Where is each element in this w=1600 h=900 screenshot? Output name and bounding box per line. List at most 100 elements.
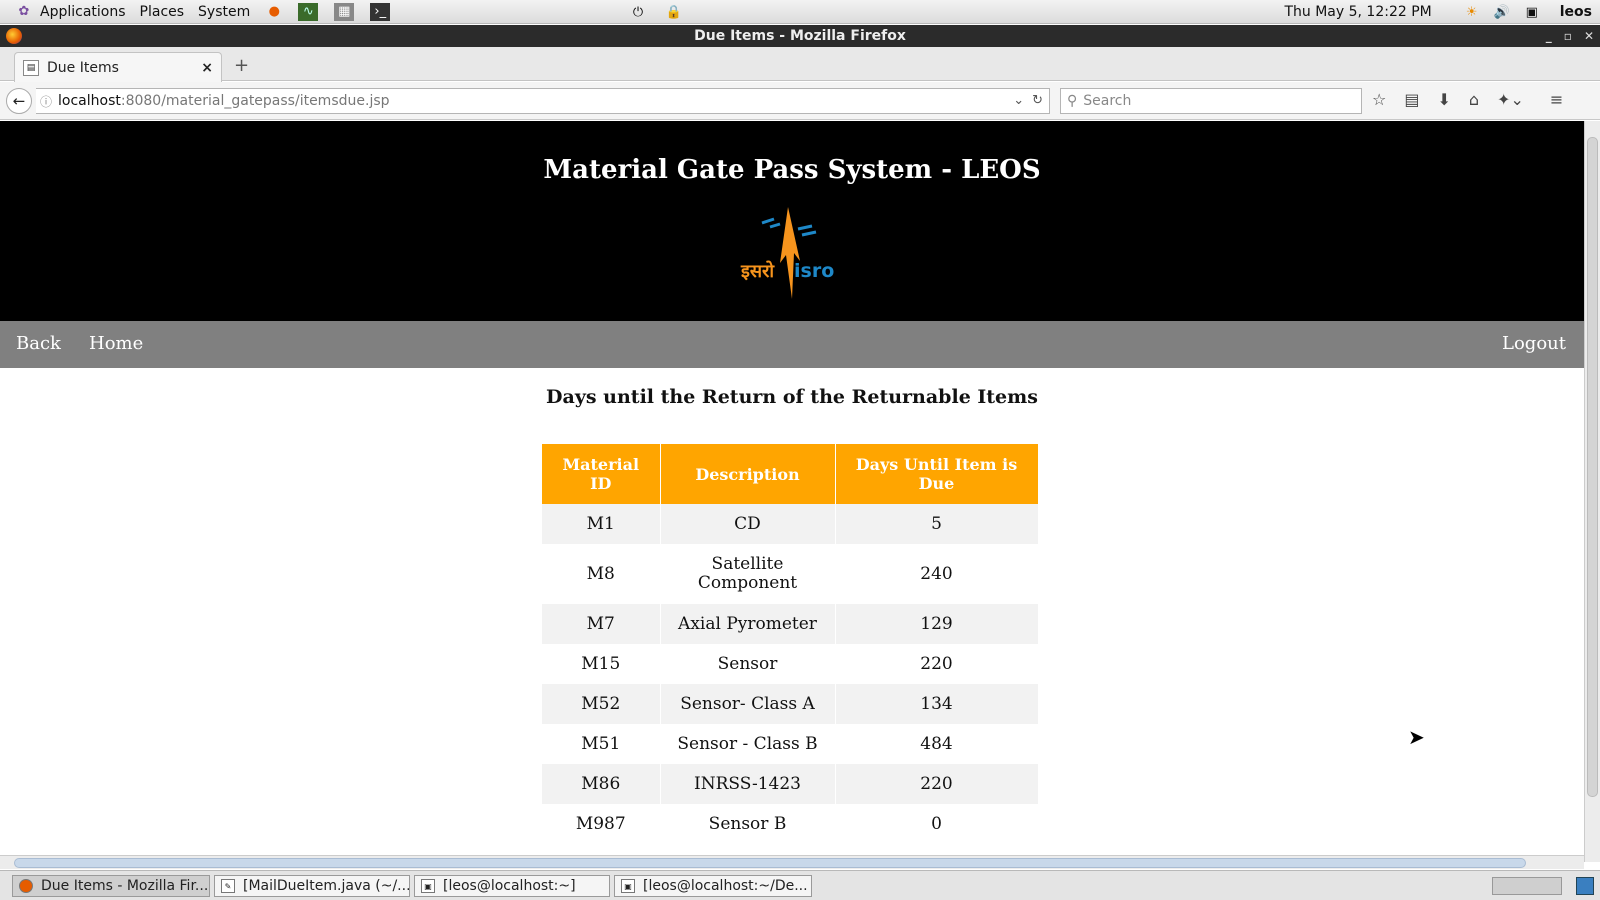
logo-latin-text: isro bbox=[794, 260, 834, 282]
material-id-cell: M8 bbox=[542, 544, 661, 604]
days-due-cell: 220 bbox=[835, 644, 1039, 684]
workspace-switcher[interactable] bbox=[1492, 877, 1562, 895]
tab-due-items[interactable]: ▤ Due Items × bbox=[14, 52, 222, 82]
taskbar-item-terminal-1[interactable]: ▣ [leos@localhost:~] bbox=[414, 875, 610, 897]
column-header-description: Description bbox=[660, 444, 836, 504]
calculator-icon[interactable]: ▦ bbox=[334, 2, 355, 21]
days-due-cell: 5 bbox=[835, 504, 1039, 544]
downloads-icon[interactable]: ⬇ bbox=[1437, 90, 1450, 109]
maximize-icon[interactable]: ▫ bbox=[1564, 29, 1572, 43]
description-cell: Sensor bbox=[660, 644, 836, 684]
material-id-cell: M1 bbox=[542, 504, 661, 544]
site-menu-bar: Back Home Logout bbox=[0, 321, 1584, 368]
description-cell: Sensor- Class A bbox=[660, 684, 836, 724]
due-items-table: Material ID Description Days Until Item … bbox=[542, 444, 1039, 844]
top-panel: ✿ Applications Places System ● ∿ ▦ ›_ ⏻ … bbox=[0, 0, 1600, 24]
addon-icon[interactable]: ✦⌄ bbox=[1497, 90, 1524, 109]
search-placeholder: Search bbox=[1083, 93, 1132, 109]
show-desktop-icon[interactable] bbox=[1576, 877, 1594, 895]
firefox-window-icon bbox=[6, 28, 22, 44]
reload-icon[interactable]: ↻ bbox=[1032, 93, 1043, 108]
close-window-icon[interactable]: ✕ bbox=[1584, 29, 1594, 43]
network-icon[interactable]: ▣ bbox=[1522, 3, 1542, 21]
window-title: Due Items - Mozilla Firefox bbox=[694, 28, 906, 44]
minimize-icon[interactable]: _ bbox=[1546, 29, 1552, 43]
url-bar[interactable]: ⓘ localhost:8080/material_gatepass/items… bbox=[36, 88, 1050, 114]
firefox-task-icon bbox=[19, 879, 33, 893]
firefox-launcher-icon[interactable]: ● bbox=[264, 3, 284, 21]
taskbar-item-terminal-2[interactable]: ▣ [leos@localhost:~/De... bbox=[614, 875, 812, 897]
search-input[interactable]: ⚲ Search bbox=[1060, 88, 1362, 114]
home-icon[interactable]: ⌂ bbox=[1469, 90, 1479, 109]
page-heading: Days until the Return of the Returnable … bbox=[546, 386, 1038, 408]
applications-menu[interactable]: ✿ Applications bbox=[14, 3, 126, 21]
user-name[interactable]: leos bbox=[1560, 4, 1592, 20]
horizontal-scroll-thumb[interactable] bbox=[14, 858, 1526, 868]
material-id-cell: M51 bbox=[542, 724, 661, 764]
vertical-scrollbar[interactable] bbox=[1584, 121, 1600, 862]
logout-link[interactable]: Logout bbox=[1502, 333, 1566, 354]
navigation-bar: ← ⓘ localhost:8080/material_gatepass/ite… bbox=[0, 82, 1600, 120]
volume-icon[interactable]: 🔊 bbox=[1492, 3, 1512, 21]
back-arrow-icon[interactable]: ← bbox=[6, 88, 32, 114]
new-tab-icon[interactable]: + bbox=[234, 55, 249, 76]
task-label: [leos@localhost:~] bbox=[443, 878, 576, 894]
tab-strip: ▤ Due Items × + bbox=[0, 47, 1600, 82]
site-title: Material Gate Pass System - LEOS bbox=[543, 155, 1041, 185]
description-cell: Sensor - Class B bbox=[660, 724, 836, 764]
material-id-cell: M52 bbox=[542, 684, 661, 724]
days-due-cell: 484 bbox=[835, 724, 1039, 764]
bottom-taskbar: Due Items - Mozilla Fir... ✎ [MailDueIte… bbox=[0, 870, 1600, 900]
hamburger-menu-icon[interactable]: ≡ bbox=[1550, 90, 1563, 109]
terminal-icon[interactable]: ›_ bbox=[370, 2, 391, 21]
days-due-cell: 0 bbox=[835, 804, 1039, 844]
task-label: [leos@localhost:~/De... bbox=[643, 878, 808, 894]
system-label: System bbox=[198, 3, 251, 20]
description-cell: Axial Pyrometer bbox=[660, 604, 836, 644]
url-path: :8080/material_gatepass/itemsdue.jsp bbox=[120, 93, 390, 109]
weather-icon[interactable]: ☀ bbox=[1462, 3, 1482, 21]
taskbar-item-firefox[interactable]: Due Items - Mozilla Fir... bbox=[12, 875, 210, 897]
places-menu[interactable]: Places bbox=[140, 4, 185, 20]
gnome-foot-icon: ✿ bbox=[18, 4, 30, 19]
material-id-cell: M15 bbox=[542, 644, 661, 684]
description-cell: INRSS-1423 bbox=[660, 764, 836, 804]
url-dropdown-icon[interactable]: ⌄ bbox=[1013, 93, 1024, 108]
bookmark-star-icon[interactable]: ☆ bbox=[1372, 90, 1386, 109]
lock-screen-icon[interactable]: 🔒 bbox=[664, 3, 684, 21]
tab-label: Due Items bbox=[47, 59, 119, 76]
places-label: Places bbox=[139, 3, 185, 20]
table-row: M7 Axial Pyrometer 129 bbox=[542, 604, 1039, 644]
site-header: Material Gate Pass System - LEOS इसरो is… bbox=[0, 121, 1584, 321]
home-link[interactable]: Home bbox=[89, 333, 143, 354]
web-page: Material Gate Pass System - LEOS इसरो is… bbox=[0, 121, 1584, 862]
applications-label: Applications bbox=[40, 3, 126, 20]
url-host: localhost bbox=[58, 93, 121, 109]
days-due-cell: 129 bbox=[835, 604, 1039, 644]
site-info-icon[interactable]: ⓘ bbox=[40, 93, 52, 110]
column-header-days-due: Days Until Item is Due bbox=[835, 444, 1039, 504]
material-id-cell: M987 bbox=[542, 804, 661, 844]
vertical-scroll-thumb[interactable] bbox=[1587, 137, 1598, 797]
days-due-cell: 240 bbox=[835, 544, 1039, 604]
horizontal-scrollbar[interactable] bbox=[0, 855, 1584, 869]
close-tab-icon[interactable]: × bbox=[201, 60, 213, 76]
system-monitor-icon[interactable]: ∿ bbox=[298, 2, 319, 21]
table-row: M52 Sensor- Class A 134 bbox=[542, 684, 1039, 724]
text-editor-task-icon: ✎ bbox=[221, 879, 235, 893]
window-title-bar: Due Items - Mozilla Firefox _ ▫ ✕ bbox=[0, 25, 1600, 47]
description-cell: Sensor B bbox=[660, 804, 836, 844]
terminal-task-icon: ▣ bbox=[621, 879, 635, 893]
page-favicon-icon: ▤ bbox=[23, 59, 39, 76]
shutdown-icon[interactable]: ⏻ bbox=[628, 3, 648, 21]
days-due-cell: 134 bbox=[835, 684, 1039, 724]
reading-list-icon[interactable]: ▤ bbox=[1404, 90, 1419, 109]
description-cell: CD bbox=[660, 504, 836, 544]
table-header-row: Material ID Description Days Until Item … bbox=[542, 444, 1039, 504]
system-menu[interactable]: System bbox=[198, 4, 250, 20]
clock[interactable]: Thu May 5, 12:22 PM bbox=[1284, 4, 1431, 20]
table-row: M15 Sensor 220 bbox=[542, 644, 1039, 684]
taskbar-item-editor[interactable]: ✎ [MailDueItem.java (~/... bbox=[214, 875, 410, 897]
back-link[interactable]: Back bbox=[16, 333, 61, 354]
days-due-cell: 220 bbox=[835, 764, 1039, 804]
